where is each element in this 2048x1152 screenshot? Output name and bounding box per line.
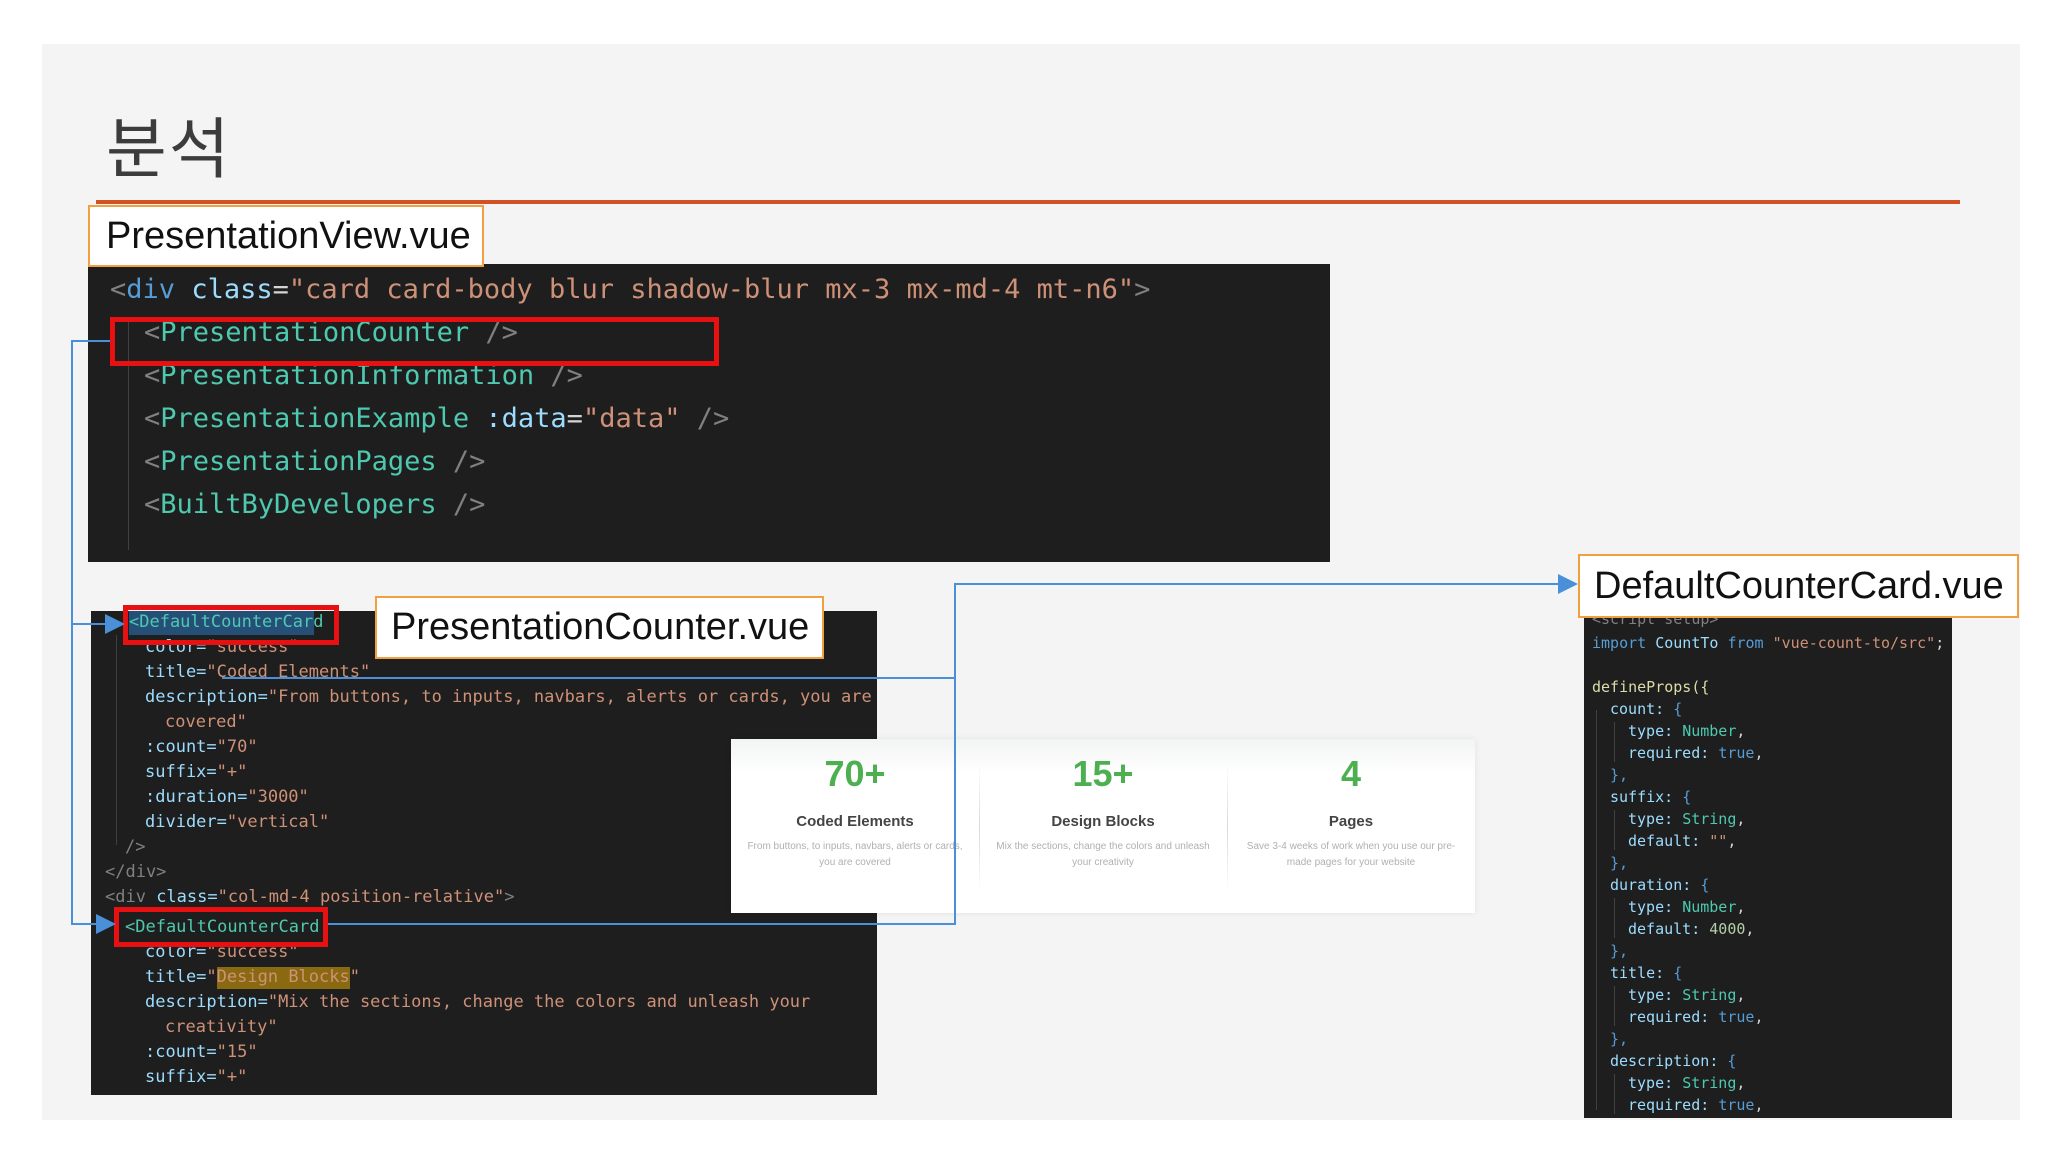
- connector-view-to-counter: [71, 340, 116, 934]
- connector-lines: [71, 340, 1578, 934]
- connector-counter-to-card: [328, 574, 1578, 925]
